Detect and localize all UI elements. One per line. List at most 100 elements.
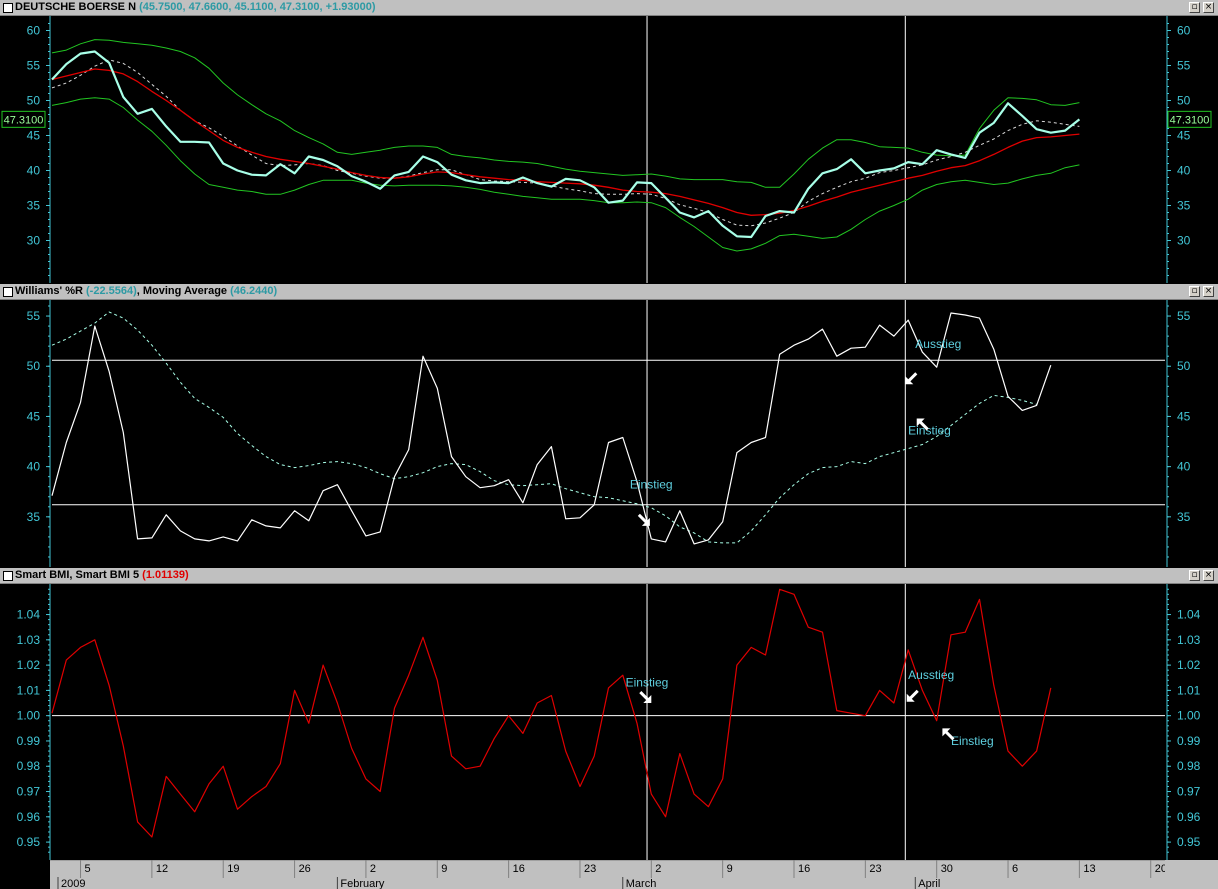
y-tick-label-left: 35 (27, 510, 41, 524)
y-tick-label-left: 1.04 (17, 608, 41, 622)
williams-pane-titlebar[interactable]: Williams' %R (-22.5564), Moving Average … (0, 284, 1218, 300)
price-plot[interactable]: 30 30 35 35 40 40 45 45 50 50 55 55 60 60 47.3100 47.31… (0, 16, 1218, 283)
chart-window: DEUTSCHE BOERSE N (45.7500, 47.6600, 45.… (0, 0, 1218, 889)
y-tick-label-right: 50 (1177, 94, 1191, 108)
y-tick-label-left: 60 (27, 24, 41, 38)
y-tick-label-right: 1.01 (1177, 683, 1201, 697)
y-tick-label-left: 45 (27, 409, 41, 423)
date-tick-label: 20 (1155, 863, 1165, 875)
y-tick-label-right: 0.98 (1177, 759, 1201, 773)
price-title-values: (45.7500, 47.6600, 45.1100, 47.3100, +1.… (139, 1, 376, 13)
y-tick-label-right: 30 (1177, 234, 1191, 248)
annotation-label: Ausstieg (915, 337, 961, 351)
smart-bmi-line (51, 588, 1052, 838)
y-tick-label-right: 55 (1177, 59, 1191, 73)
y-tick-label-right: 1.00 (1177, 709, 1201, 723)
y-tick-label-left: 35 (27, 199, 41, 213)
annotation-arrow-icon (905, 372, 918, 385)
williams-title-sep: , Moving Average (136, 285, 231, 297)
close-icon[interactable]: × (1203, 2, 1214, 13)
y-tick-label-left: 0.96 (17, 810, 41, 824)
y-tick-label-left: 30 (27, 234, 41, 248)
y-tick-label-right: 1.04 (1177, 608, 1201, 622)
annotation-arrow-icon (639, 690, 652, 704)
y-tick-label-left: 0.95 (17, 835, 41, 849)
date-tick-label: 26 (299, 863, 311, 875)
price-pane: DEUTSCHE BOERSE N (45.7500, 47.6600, 45.… (0, 0, 1218, 283)
maximize-icon[interactable]: ▫ (1189, 2, 1200, 13)
y-tick-label-right: 0.99 (1177, 734, 1201, 748)
y-tick-label-right: 0.97 (1177, 785, 1201, 799)
date-tick-label: 9 (727, 863, 733, 875)
y-tick-label-left: 1.03 (17, 633, 41, 647)
y-tick-label-right: 50 (1177, 359, 1191, 373)
y-tick-label-right: 45 (1177, 129, 1191, 143)
date-tick-label: 13 (1083, 863, 1095, 875)
annotation-arrow-icon (637, 513, 650, 526)
last-value-label: 47.3100 (4, 114, 44, 126)
annotation-arrow-icon (906, 689, 919, 702)
month-label: February (340, 878, 385, 889)
date-tick-label: 23 (869, 863, 881, 875)
y-tick-label-right: 60 (1177, 24, 1191, 38)
date-tick-label: 16 (798, 863, 810, 875)
y-tick-label-left: 0.97 (17, 785, 41, 799)
close-icon[interactable]: × (1203, 286, 1214, 297)
price-pane-title: DEUTSCHE BOERSE N (45.7500, 47.6600, 45.… (15, 1, 376, 14)
y-tick-label-right: 55 (1177, 309, 1191, 323)
y-tick-label-left: 55 (27, 59, 41, 73)
bmi-title-main: Smart BMI, Smart BMI 5 (15, 569, 140, 581)
month-label: April (918, 878, 940, 889)
y-tick-label-left: 50 (27, 94, 41, 108)
price-line (51, 50, 1081, 239)
date-axis[interactable]: 5 12 19 26 2 9 16 23 2 9 16 23 30 6 13 20 2009 February Ma… (50, 860, 1165, 889)
y-tick-label-right: 0.96 (1177, 810, 1201, 824)
date-tick-label: 23 (584, 863, 596, 875)
pane-menu-icon[interactable] (3, 3, 13, 13)
pane-menu-icon[interactable] (3, 287, 13, 297)
y-tick-label-left: 1.01 (17, 683, 41, 697)
williams-r-line (51, 312, 1052, 545)
williams-pane: Williams' %R (-22.5564), Moving Average … (0, 284, 1218, 567)
y-tick-label-left: 50 (27, 359, 41, 373)
price-title-main: DEUTSCHE BOERSE N (15, 1, 137, 13)
date-tick-label: 12 (156, 863, 168, 875)
y-tick-label-left: 1.00 (17, 709, 41, 723)
month-label: March (626, 878, 657, 889)
price-pane-titlebar[interactable]: DEUTSCHE BOERSE N (45.7500, 47.6600, 45.… (0, 0, 1218, 16)
date-tick-label: 19 (227, 863, 239, 875)
close-icon[interactable]: × (1203, 570, 1214, 581)
y-tick-label-left: 0.99 (17, 734, 41, 748)
date-tick-label: 2 (655, 863, 661, 875)
y-tick-label-right: 45 (1177, 409, 1191, 423)
y-tick-label-right: 40 (1177, 164, 1191, 178)
annotation-label: Einstieg (908, 424, 951, 438)
y-tick-label-left: 40 (27, 164, 41, 178)
williams-title-values: (-22.5564) (86, 285, 137, 297)
williams-ma-line (51, 311, 1037, 544)
date-tick-label: 16 (513, 863, 525, 875)
y-tick-label-right: 1.03 (1177, 633, 1201, 647)
last-value-label: 47.3100 (1170, 114, 1210, 126)
williams-pane-title: Williams' %R (-22.5564), Moving Average … (15, 285, 277, 298)
bmi-title-values: (1.01139) (142, 569, 189, 581)
williams-plot[interactable]: 35 35 40 40 45 45 50 50 55 55 Einstieg Ausstieg Eins… (0, 300, 1218, 567)
date-axis-spacer (0, 860, 50, 889)
maximize-icon[interactable]: ▫ (1189, 570, 1200, 581)
bmi-pane-titlebar[interactable]: Smart BMI, Smart BMI 5 (1.01139) ▫ × (0, 568, 1218, 584)
bmi-plot[interactable]: 0.95 0.95 0.96 0.96 0.97 0.97 0.98 0.98 0.99 0.99… (0, 584, 1218, 860)
y-tick-label-right: 0.95 (1177, 835, 1201, 849)
williams-title-main: Williams' %R (15, 285, 83, 297)
maximize-icon[interactable]: ▫ (1189, 286, 1200, 297)
annotation-label: Einstieg (630, 478, 673, 492)
date-tick-label: 2 (370, 863, 376, 875)
pane-menu-icon[interactable] (3, 571, 13, 581)
annotation-label: Einstieg (626, 676, 669, 690)
y-tick-label-right: 35 (1177, 199, 1191, 213)
date-tick-label: 6 (1012, 863, 1018, 875)
date-tick-label: 9 (441, 863, 447, 875)
y-tick-label-left: 0.98 (17, 759, 41, 773)
annotation-label: Einstieg (951, 734, 994, 748)
y-tick-label-right: 35 (1177, 510, 1191, 524)
y-tick-label-left: 1.02 (17, 658, 41, 672)
